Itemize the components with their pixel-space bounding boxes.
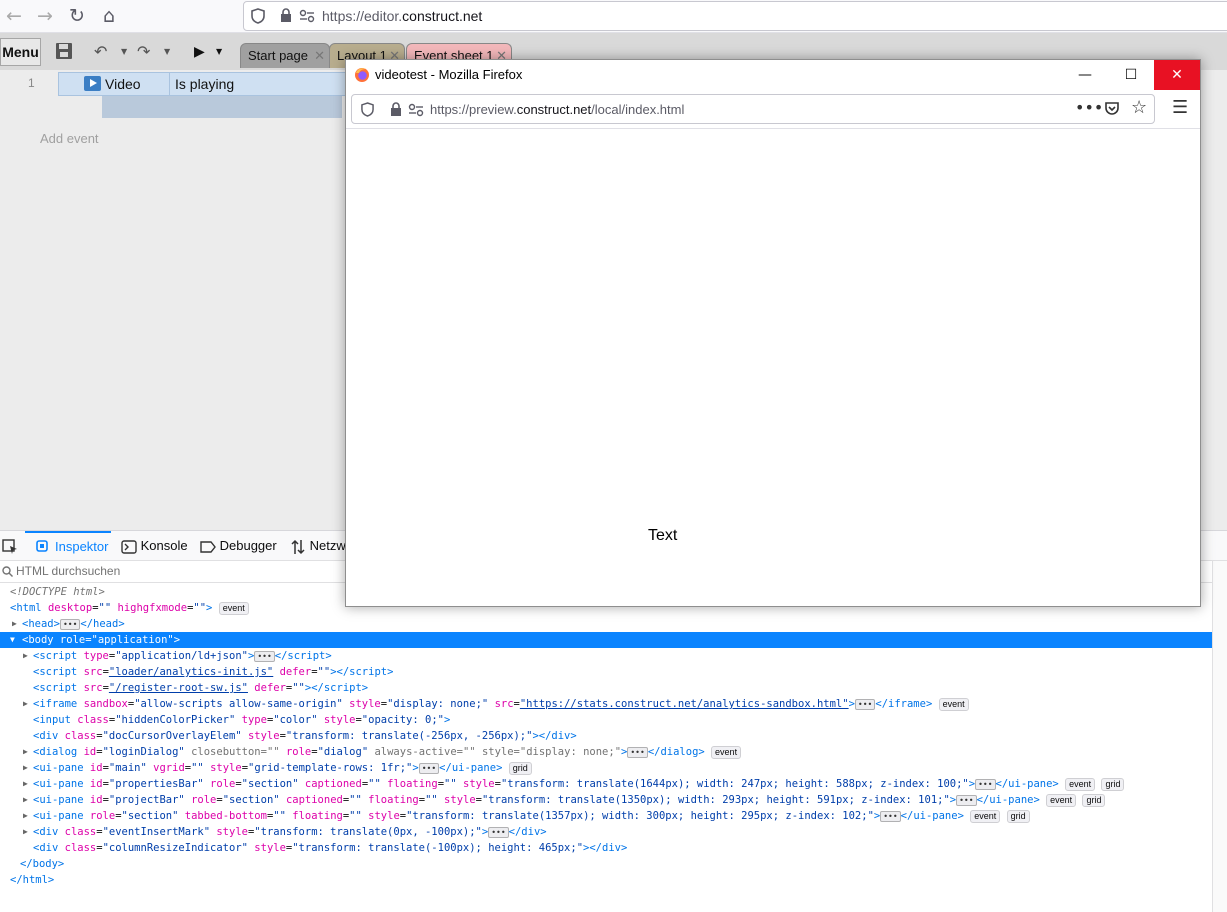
tab-start-page[interactable]: Start page ✕: [240, 43, 330, 68]
rules-pane-edge: [1212, 561, 1227, 912]
element-picker-icon[interactable]: [2, 539, 18, 555]
tree-line[interactable]: </html>: [10, 872, 1212, 888]
search-placeholder: HTML durchsuchen: [16, 564, 121, 578]
tree-line[interactable]: <script src="loader/analytics-init.js" d…: [33, 664, 1212, 680]
tree-line[interactable]: <div class="docCursorOverlayElem" style=…: [33, 728, 1212, 744]
pocket-icon[interactable]: [1104, 101, 1120, 117]
tab-label: Netzw: [309, 538, 346, 553]
close-window-button[interactable]: ✕: [1154, 60, 1200, 90]
tree-line[interactable]: <div class="columnResizeIndicator" style…: [33, 840, 1212, 856]
preview-dropdown-icon[interactable]: ▼: [216, 40, 222, 64]
redo-dropdown-icon[interactable]: ▼: [164, 40, 170, 64]
tab-debugger[interactable]: Debugger: [200, 531, 277, 561]
window-titlebar[interactable]: videotest - Mozilla Firefox — ☐ ✕: [346, 60, 1200, 90]
tree-line[interactable]: ▶ <head> ••• </head>: [0, 616, 1212, 632]
html-tree: <!DOCTYPE html> <html desktop="" highgfx…: [0, 583, 1212, 912]
tab-label: Start page: [248, 48, 308, 63]
maximize-button[interactable]: ☐: [1108, 60, 1154, 90]
preview-canvas[interactable]: Text: [346, 128, 1200, 606]
permissions-icon[interactable]: [299, 9, 315, 23]
minimize-button[interactable]: —: [1062, 60, 1108, 90]
event-condition-name[interactable]: Is playing: [175, 76, 234, 92]
hamburger-menu-icon[interactable]: ☰: [1172, 97, 1188, 118]
preview-window: videotest - Mozilla Firefox — ☐ ✕ https:…: [345, 59, 1201, 607]
browser-toolbar: ← → ↻ ⌂ https://editor.construct.net: [0, 0, 1227, 33]
expand-icon[interactable]: ▶: [12, 616, 17, 632]
preview-play-icon[interactable]: ▶: [194, 40, 205, 64]
tab-netzwerk[interactable]: Netzw: [290, 531, 346, 561]
event-object-name: Video: [105, 76, 141, 92]
tab-inspektor[interactable]: Inspektor: [25, 531, 111, 561]
tree-line[interactable]: <script src="/register-root-sw.js" defer…: [33, 680, 1212, 696]
reload-icon[interactable]: ↻: [64, 3, 90, 29]
expand-icon[interactable]: ▶: [23, 808, 28, 824]
preview-address-bar[interactable]: https://preview.construct.net/local/inde…: [351, 94, 1155, 124]
home-icon[interactable]: ⌂: [96, 3, 122, 29]
bookmark-star-icon[interactable]: ☆: [1131, 97, 1147, 118]
network-icon: [291, 539, 305, 554]
undo-icon[interactable]: ↶: [94, 40, 107, 64]
address-bar[interactable]: https://editor.construct.net: [243, 1, 1227, 31]
tab-label: Debugger: [219, 538, 277, 553]
tree-line[interactable]: ▶ <ui-pane id="projectBar" role="section"…: [0, 792, 1212, 808]
tab-label: Konsole: [140, 538, 188, 553]
canvas-text-object: Text: [648, 527, 678, 544]
expand-icon[interactable]: ▶: [23, 744, 28, 760]
tab-konsole[interactable]: Konsole: [121, 531, 188, 561]
event-actions-area[interactable]: [102, 96, 342, 118]
redo-icon[interactable]: ↷: [137, 40, 150, 64]
lock-icon[interactable]: [390, 102, 402, 117]
page-actions-icon[interactable]: •••: [1075, 98, 1103, 117]
tree-line[interactable]: ▶ <script type="application/ld+json"> ••• <…: [0, 648, 1212, 664]
address-prefix: https://preview.: [430, 102, 517, 117]
expand-icon[interactable]: ▶: [23, 824, 28, 840]
window-title: videotest - Mozilla Firefox: [375, 67, 523, 82]
undo-dropdown-icon[interactable]: ▼: [121, 40, 127, 64]
tab-label: Inspektor: [55, 539, 109, 554]
address-prefix: https://editor.: [322, 8, 403, 24]
tree-line[interactable]: ▶ <dialog id="loginDialog" closebutton=""…: [0, 744, 1212, 760]
add-event-link[interactable]: Add event: [40, 131, 99, 146]
firefox-logo-icon: [355, 68, 369, 82]
expand-icon[interactable]: ▶: [23, 776, 28, 792]
tree-line[interactable]: ▶ <div class="eventInsertMark" style="tra…: [0, 824, 1212, 840]
column-divider: [169, 73, 170, 95]
tree-line[interactable]: <input class="hiddenColorPicker" type="c…: [33, 712, 1212, 728]
debugger-icon: [200, 540, 216, 553]
preview-address-text: https://preview.construct.net/local/inde…: [430, 102, 684, 117]
search-icon: [2, 566, 13, 577]
expand-icon[interactable]: ▶: [23, 648, 28, 664]
event-number: 1: [28, 76, 35, 90]
tracking-shield-icon[interactable]: [251, 8, 265, 24]
forward-arrow-icon[interactable]: →: [32, 3, 58, 29]
address-path: /local/index.html: [591, 102, 685, 117]
collapse-icon[interactable]: ▼: [10, 632, 15, 648]
video-object-icon: [84, 76, 101, 91]
menu-button[interactable]: Menu: [0, 38, 41, 66]
expand-icon[interactable]: ▶: [23, 696, 28, 712]
expand-icon[interactable]: ▶: [23, 760, 28, 776]
tree-line[interactable]: ▶ <ui-pane role="section" tabbed-bottom="…: [0, 808, 1212, 824]
tree-line-selected[interactable]: ▼ <body role="application">: [0, 632, 1212, 648]
address-text: https://editor.construct.net: [322, 8, 482, 24]
address-domain: construct.net: [516, 102, 592, 117]
tree-line[interactable]: ▶ <iframe sandbox="allow-scripts allow-sa…: [0, 696, 1212, 712]
inspector-icon: [36, 540, 48, 552]
tracking-shield-icon[interactable]: [361, 102, 374, 117]
back-arrow-icon[interactable]: ←: [1, 3, 27, 29]
tree-line[interactable]: ▶ <ui-pane id="propertiesBar" role="secti…: [0, 776, 1212, 792]
console-icon: [121, 539, 137, 554]
address-domain: construct.net: [402, 8, 483, 24]
permissions-icon[interactable]: [408, 103, 424, 117]
close-tab-icon[interactable]: ✕: [314, 44, 325, 68]
tree-line[interactable]: </body>: [20, 856, 1212, 872]
expand-icon[interactable]: ▶: [23, 792, 28, 808]
tree-line[interactable]: ▶ <ui-pane id="main" vgrid="" style="grid…: [0, 760, 1212, 776]
save-icon[interactable]: [55, 42, 73, 60]
lock-icon[interactable]: [280, 8, 292, 23]
